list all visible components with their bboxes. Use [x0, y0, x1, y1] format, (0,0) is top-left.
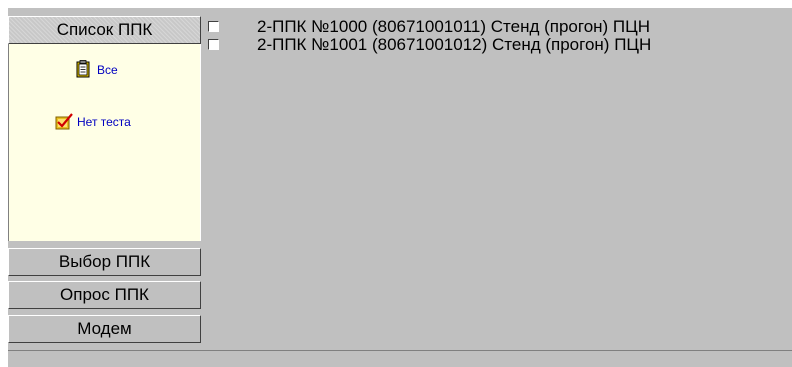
device-checkbox[interactable]: [208, 21, 219, 32]
checked-box-icon: [55, 112, 73, 130]
shortcut-all[interactable]: Все: [9, 60, 200, 82]
main-window: Список ППК Все Нет теста Выбор ППК Опрос…: [8, 8, 792, 367]
section-header-modem[interactable]: Модем: [8, 315, 201, 343]
status-bar: [8, 350, 792, 367]
list-item[interactable]: 2-ППК №1001 (80671001012) Стенд (прогон)…: [207, 35, 792, 54]
clipboard-icon: [74, 60, 92, 78]
section-header-device-list[interactable]: Список ППК: [8, 16, 201, 44]
section-header-poll-device[interactable]: Опрос ППК: [8, 281, 201, 309]
device-label: 2-ППК №1001 (80671001012) Стенд (прогон)…: [257, 35, 652, 54]
device-label: 2-ППК №1000 (80671001011) Стенд (прогон)…: [257, 17, 651, 36]
list-item[interactable]: 2-ППК №1000 (80671001011) Стенд (прогон)…: [207, 17, 792, 36]
device-checkbox[interactable]: [208, 39, 219, 50]
shortcut-all-label: Все: [97, 63, 118, 77]
shortcut-pane: Все Нет теста: [8, 44, 201, 241]
section-header-select-device[interactable]: Выбор ППК: [8, 248, 201, 276]
shortcut-no-test-label: Нет теста: [77, 115, 131, 129]
device-list: 2-ППК №1000 (80671001011) Стенд (прогон)…: [207, 16, 792, 349]
outlook-bar: Список ППК Все Нет теста Выбор ППК Опрос…: [8, 8, 203, 348]
shortcut-no-test[interactable]: Нет теста: [9, 112, 200, 134]
